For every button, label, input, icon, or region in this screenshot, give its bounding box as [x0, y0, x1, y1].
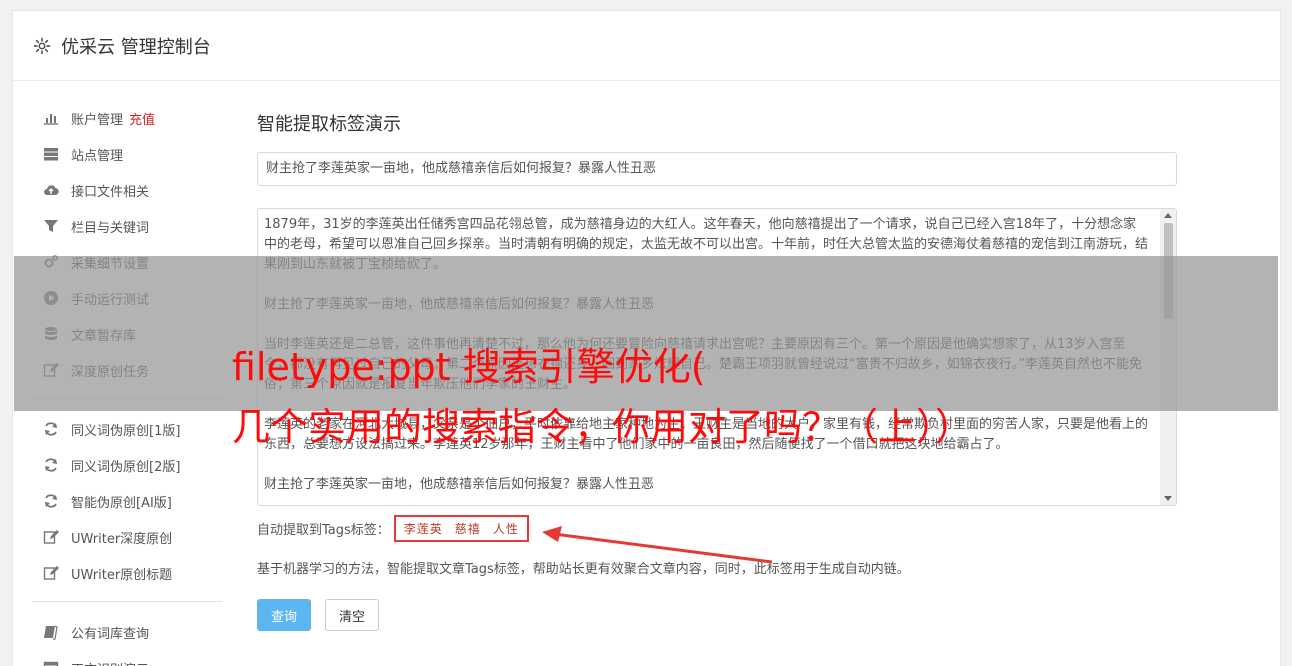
query-button[interactable]: 查询: [257, 599, 311, 631]
sidebar-item-label: 站点管理: [71, 148, 124, 164]
panel-header: 优采云 管理控制台: [13, 11, 1280, 81]
refresh-icon: [42, 493, 60, 509]
tags-label: 自动提取到Tags标签：: [257, 522, 390, 538]
sidebar-item-label: 接口文件相关: [71, 184, 150, 200]
sidebar-item[interactable]: UWriter深度原创: [32, 519, 222, 555]
sidebar-item-label: 同义词伪原创[1版]: [71, 423, 181, 439]
button-group: 查询 清空: [257, 599, 1178, 631]
tag-item: 人性: [492, 521, 519, 536]
window-icon: [42, 660, 60, 666]
sidebar-item[interactable]: 账户管理 充值: [32, 100, 222, 136]
page-title: 优采云 管理控制台: [61, 36, 211, 58]
recharge-link[interactable]: 充值: [129, 109, 155, 128]
edit-icon: [42, 565, 60, 581]
edit-icon: [42, 529, 60, 545]
sidebar-item-label: UWriter原创标题: [71, 567, 173, 583]
cloud-upload-icon: [42, 182, 60, 198]
bar-chart-icon: [42, 110, 60, 126]
sidebar-item-label: 公有词库查询: [71, 626, 150, 642]
sidebar-item[interactable]: UWriter原创标题: [32, 555, 222, 591]
nav-divider: [32, 601, 222, 602]
sidebar-item[interactable]: 公有词库查询: [32, 614, 222, 650]
sidebar-item[interactable]: 同义词伪原创[1版]: [32, 411, 222, 447]
annotation-arrow-icon: [542, 526, 773, 564]
sidebar-item-label: 智能伪原创[AI版]: [71, 495, 172, 511]
sidebar-item-label: UWriter深度原创: [71, 531, 173, 547]
refresh-icon: [42, 421, 60, 437]
scroll-up-icon[interactable]: [1164, 213, 1172, 218]
refresh-icon: [42, 457, 60, 473]
sidebar-item[interactable]: 栏目与关键词: [32, 208, 222, 244]
scroll-down-icon[interactable]: [1164, 496, 1172, 501]
section-title: 智能提取标签演示: [257, 114, 401, 135]
overlay-subheadline: 几个实用的搜索指令，你用对了吗？（上））: [232, 405, 974, 449]
tags-box: 李莲英 慈禧 人性: [393, 514, 529, 542]
overlay-headline: filetype:ppt 搜索引擎优化(: [232, 345, 706, 389]
sidebar-item[interactable]: 同义词伪原创[2版]: [32, 447, 222, 483]
sidebar-item[interactable]: 接口文件相关: [32, 172, 222, 208]
sidebar-item-label: 栏目与关键词: [71, 220, 150, 236]
content-paragraph: 财主抢了李莲英家一亩地，他成慈禧亲信后如何报复？暴露人性丑恶: [264, 477, 655, 492]
server-icon: [42, 146, 60, 162]
sidebar-item[interactable]: 智能伪原创[AI版]: [32, 483, 222, 519]
tag-item: 慈禧: [454, 521, 481, 536]
filter-icon: [42, 218, 60, 234]
sidebar-item[interactable]: 站点管理: [32, 136, 222, 172]
book-icon: [42, 624, 60, 640]
title-input[interactable]: 财主抢了李莲英家一亩地，他成慈禧亲信后如何报复？暴露人性丑恶: [257, 152, 1177, 186]
gear-icon: [33, 37, 51, 55]
tag-item: 李莲英: [403, 521, 443, 536]
clear-button[interactable]: 清空: [325, 599, 379, 631]
sidebar-item-label: 正文识别演示: [71, 659, 149, 666]
sidebar-item-label: 同义词伪原创[2版]: [71, 459, 181, 475]
sidebar-item[interactable]: 正文识别演示: [32, 650, 222, 666]
sidebar-item-label: 账户管理: [71, 112, 124, 128]
